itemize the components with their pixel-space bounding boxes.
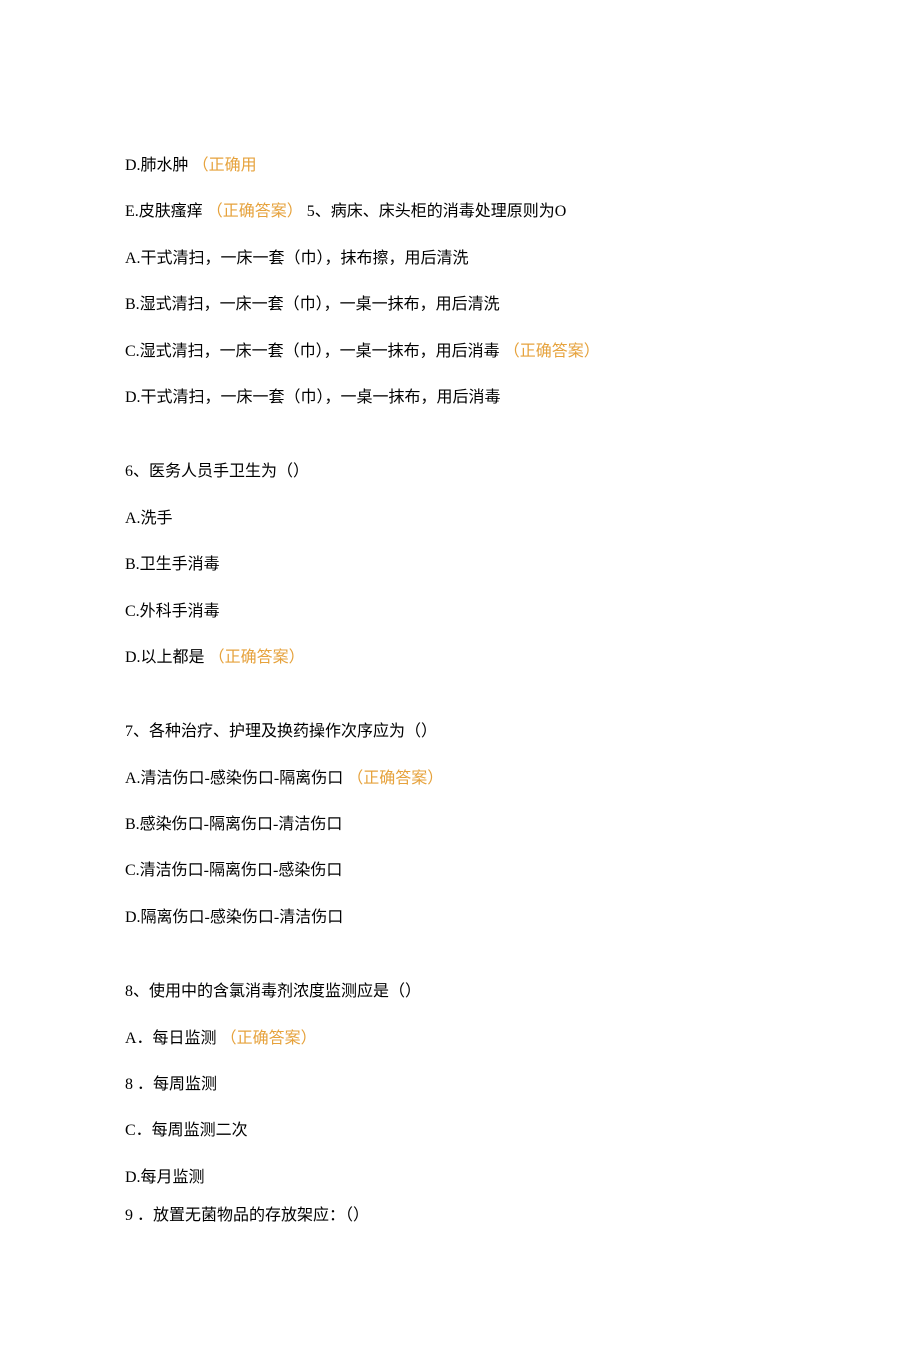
q8-option-d: D.每月监测 (125, 1167, 795, 1189)
spacer (125, 953, 795, 981)
option-text: D.隔离伤口-感染伤口-清洁伤口 (125, 909, 343, 926)
option-text: C.外科手消毒 (125, 603, 220, 620)
option-text: 8 ．每周监测 (125, 1076, 217, 1093)
q8-option-a: A．每日监测 （正确答案） (125, 1028, 795, 1050)
question-text: 7、各种治疗、护理及换药操作次序应为（） (125, 723, 437, 740)
q6-option-d: D.以上都是 （正确答案） (125, 647, 795, 669)
q5-option-b: B.湿式清扫，一床一套（巾），一桌一抹布，用后清洗 (125, 294, 795, 316)
question-text: 6、医务人员手卫生为（） (125, 463, 309, 480)
correct-answer-label: （正确答案） (221, 1030, 317, 1047)
option-text: B.湿式清扫，一床一套（巾），一桌一抹布，用后清洗 (125, 296, 500, 313)
option-text: C．每周监测二次 (125, 1122, 248, 1139)
option-text: C.湿式清扫，一床一套（巾），一桌一抹布，用后消毒 (125, 343, 504, 360)
correct-answer-label: （正确答案） (207, 203, 303, 220)
q7-option-b: B.感染伤口-隔离伤口-清洁伤口 (125, 814, 795, 836)
question-6: 6、医务人员手卫生为（） (125, 461, 795, 483)
question-text: 9 ．放置无菌物品的存放架应：（） (125, 1207, 369, 1224)
question-5-text: 5、病床、床头柜的消毒处理原则为O (303, 203, 567, 220)
q7-option-a: A.清洁伤口-感染伤口-隔离伤口 （正确答案） (125, 768, 795, 790)
option-text: A.清洁伤口-感染伤口-隔离伤口 (125, 770, 347, 787)
question-9: 9 ．放置无菌物品的存放架应：（） (125, 1205, 795, 1227)
correct-answer-label: （正确答案） (504, 343, 600, 360)
option-d-line: D.肺水肿 （正确用 (125, 155, 795, 177)
q5-option-c: C.湿式清扫，一床一套（巾），一桌一抹布，用后消毒 （正确答案） (125, 341, 795, 363)
correct-answer-label: （正确用 (193, 157, 257, 174)
question-text: 8、使用中的含氯消毒剂浓度监测应是（） (125, 983, 421, 1000)
option-text: C.清洁伤口-隔离伤口-感染伤口 (125, 862, 342, 879)
correct-answer-label: （正确答案） (347, 770, 443, 787)
spacer (125, 693, 795, 721)
option-text: B.感染伤口-隔离伤口-清洁伤口 (125, 816, 342, 833)
option-text: D.肺水肿 (125, 157, 193, 174)
spacer (125, 433, 795, 461)
question-7: 7、各种治疗、护理及换药操作次序应为（） (125, 721, 795, 743)
document-page: D.肺水肿 （正确用 E.皮肤瘙痒 （正确答案） 5、病床、床头柜的消毒处理原则… (0, 0, 920, 1352)
question-8: 8、使用中的含氯消毒剂浓度监测应是（） (125, 981, 795, 1003)
q6-option-b: B.卫生手消毒 (125, 554, 795, 576)
option-text: A．每日监测 (125, 1030, 221, 1047)
q6-option-a: A.洗手 (125, 508, 795, 530)
option-text: D.干式清扫，一床一套（巾），一桌一抹布，用后消毒 (125, 389, 501, 406)
q7-option-d: D.隔离伤口-感染伤口-清洁伤口 (125, 907, 795, 929)
correct-answer-label: （正确答案） (209, 649, 305, 666)
option-text: D.以上都是 (125, 649, 209, 666)
q8-option-c: C．每周监测二次 (125, 1120, 795, 1142)
q6-option-c: C.外科手消毒 (125, 601, 795, 623)
q5-option-a: A.干式清扫，一床一套（巾），抹布擦，用后清洗 (125, 248, 795, 270)
option-text: B.卫生手消毒 (125, 556, 220, 573)
q5-option-d: D.干式清扫，一床一套（巾），一桌一抹布，用后消毒 (125, 387, 795, 409)
option-text: D.每月监测 (125, 1169, 205, 1186)
option-e-line: E.皮肤瘙痒 （正确答案） 5、病床、床头柜的消毒处理原则为O (125, 201, 795, 223)
option-text: A.洗手 (125, 510, 173, 527)
option-text: E.皮肤瘙痒 (125, 203, 207, 220)
q8-option-b: 8 ．每周监测 (125, 1074, 795, 1096)
q7-option-c: C.清洁伤口-隔离伤口-感染伤口 (125, 860, 795, 882)
option-text: A.干式清扫，一床一套（巾），抹布擦，用后清洗 (125, 250, 469, 267)
